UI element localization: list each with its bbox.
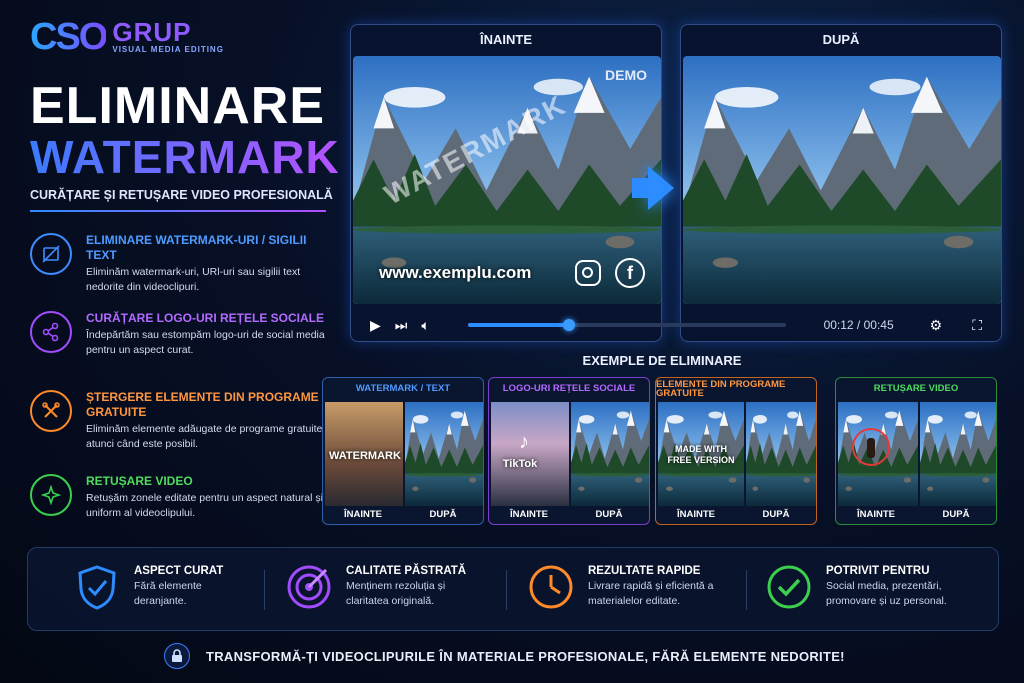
skip-forward-icon[interactable]: ⏭ [395,318,408,332]
shield-check-icon [74,564,120,610]
progress-bar[interactable] [467,319,786,331]
clock-icon [528,564,574,610]
example-card-watermark: WATERMARK / TEXT WATERMARK ÎNAINTE DUPĂ [322,377,484,525]
demo-overlay: DEMO [605,67,647,83]
benefit-quality: CALITATE PĂSTRATĂ Menținem rezoluția și c… [286,564,466,610]
benefit-speed: REZULTATE RAPIDE Livrare rapidă și eficie… [528,564,718,610]
example-after-label: DUPĂ [942,509,970,520]
logo-tagline: VISUAL MEDIA EDITING [112,45,224,55]
lock-icon [164,643,190,669]
person-figure [867,438,875,458]
no-image-icon [30,233,72,275]
example-card-title: RETUȘARE VIDEO [873,383,959,395]
after-image [683,56,1001,304]
example-card-title: WATERMARK / TEXT [355,383,451,395]
benefit-clean: ASPECT CURAT Fără elemente deranjante. [74,564,224,610]
feature-title: ELIMINARE WATERMARK-URI / SIGILII TEXT [86,233,307,262]
example-after-image [571,402,649,506]
feature-title: RETUȘARE VIDEO [86,474,193,488]
benefit-title: ASPECT CURAT [134,565,224,577]
example-card-free-programs: ELEMENTE DIN PROGRAME GRATUITE MADE WITH… [655,377,817,525]
example-before-label: ÎNAINTE [510,509,548,520]
footer: TRANSFORMĂ-ȚI VIDEOCLIPURILE ÎN MATERIAL… [164,643,845,669]
feature-social-logos: CURĂȚARE LOGO-URI REȚELE SOCIALE Îndepăr… [30,311,330,358]
hero-title-line1: ELIMINARE [30,77,325,135]
example-before-label: ÎNAINTE [344,509,382,520]
feature-desc: Eliminăm elemente adăugate de programe g… [86,423,323,451]
feature-desc: Eliminăm watermark-uri, URl-uri sau sigi… [86,266,301,294]
facebook-icon: f [615,258,645,288]
example-after-label: DUPĂ [429,509,457,520]
video-controls: ▶ ⏭ 🔈︎ 00:12 / 00:45 ⚙ ⛶ [350,308,1002,342]
share-icon [30,311,72,353]
feature-desc: Îndepărtăm sau estompăm logo-uri de soci… [86,329,325,357]
tiktok-icon: ♪ [519,431,529,453]
example-card-retouch: RETUȘARE VIDEO ÎNAINTE DUPĂ [835,377,997,525]
subtitle-divider [30,210,326,212]
example-card-title: ELEMENTE DIN PROGRAME GRATUITE [656,378,786,399]
hero-subtitle: CURĂȚARE ȘI RETUȘARE VIDEO PROFESIONALĂ [30,188,333,202]
logo-name: GRUP [112,17,192,48]
example-card-title: LOGO-URI REȚELE SOCIALE [502,383,636,395]
benefit-desc: Fără elemente deranjante. [134,579,202,608]
brand-logo: CSO GRUP VISUAL MEDIA EDITING [30,18,224,56]
example-before-image: ♪ TikTok [491,402,569,506]
feature-title: CURĂȚARE LOGO-URI REȚELE SOCIALE [86,311,325,325]
benefits-bar: ASPECT CURAT Fără elemente deranjante. CA… [27,547,999,631]
tools-icon [30,390,72,432]
benefit-desc: Menținem rezoluția și claritatea origina… [346,579,446,608]
feature-free-programs: ȘTERGERE ELEMENTE DIN PROGRAME GRATUITE … [30,390,330,452]
feature-watermark: ELIMINARE WATERMARK-URI / SIGILII TEXT E… [30,233,330,295]
example-before-label: ÎNAINTE [677,509,715,520]
example-after-image [746,402,816,506]
settings-gear-icon[interactable]: ⚙ [930,318,943,332]
arrow-right-icon-head [648,166,674,210]
example-before-image: WATERMARK [325,402,403,506]
example-before-image: MADE WITH FREE VERSION [658,402,744,506]
fullscreen-icon[interactable]: ⛶ [972,318,982,332]
example-before-image [838,402,918,506]
sparkle-icon [30,474,72,516]
before-image: WATERMARK DEMO www.exemplu.com f [353,56,661,304]
example-card-social: LOGO-URI REȚELE SOCIALE ♪ TikTok ÎNAINTE… [488,377,650,525]
feature-title: ȘTERGERE ELEMENTE DIN PROGRAME GRATUITE [86,390,319,419]
after-label: DUPĂ [822,31,860,47]
benefit-title: POTRIVIT PENTRU [826,565,930,577]
benefit-title: CALITATE PĂSTRATĂ [346,565,467,577]
example-after-image [920,402,996,506]
check-circle-icon [766,564,812,610]
play-icon[interactable]: ▶ [370,318,381,332]
benefit-suitable: POTRIVIT PENTRU Social media, prezentări,… [766,564,976,610]
hero-title-line2: WATERMARK [30,131,340,183]
feature-retouch: RETUȘARE VIDEO Retușăm zonele editate pe… [30,474,330,521]
example-after-label: DUPĂ [595,509,623,520]
benefit-title: REZULTATE RAPIDE [588,565,701,577]
example-before-label: ÎNAINTE [857,509,895,520]
examples-title: EXEMPLE DE ELIMINARE [582,353,742,368]
example-after-label: DUPĂ [762,509,790,520]
volume-icon[interactable]: 🔈︎ [421,318,429,332]
footer-slogan: TRANSFORMĂ-ȚI VIDEOCLIPURILE ÎN MATERIAL… [206,648,845,664]
logo-mark: CSO [30,16,108,58]
benefit-desc: Social media, prezentări, promovare și u… [826,579,947,608]
before-panel: ÎNAINTE WATERMARK DEMO www.exemplu.com f [350,24,662,342]
after-panel: DUPĂ [680,24,1002,342]
target-icon [286,564,332,610]
time-display: 00:12 / 00:45 [823,318,894,332]
instagram-icon [575,260,601,286]
feature-desc: Retușăm zonele editate pentru un aspect … [86,492,323,520]
benefit-desc: Livrare rapidă și eficientă a materialel… [588,579,714,608]
before-label: ÎNAINTE [480,31,532,47]
url-overlay: www.exemplu.com [379,263,532,282]
progress-knob[interactable] [563,319,576,331]
example-after-image [405,402,483,506]
